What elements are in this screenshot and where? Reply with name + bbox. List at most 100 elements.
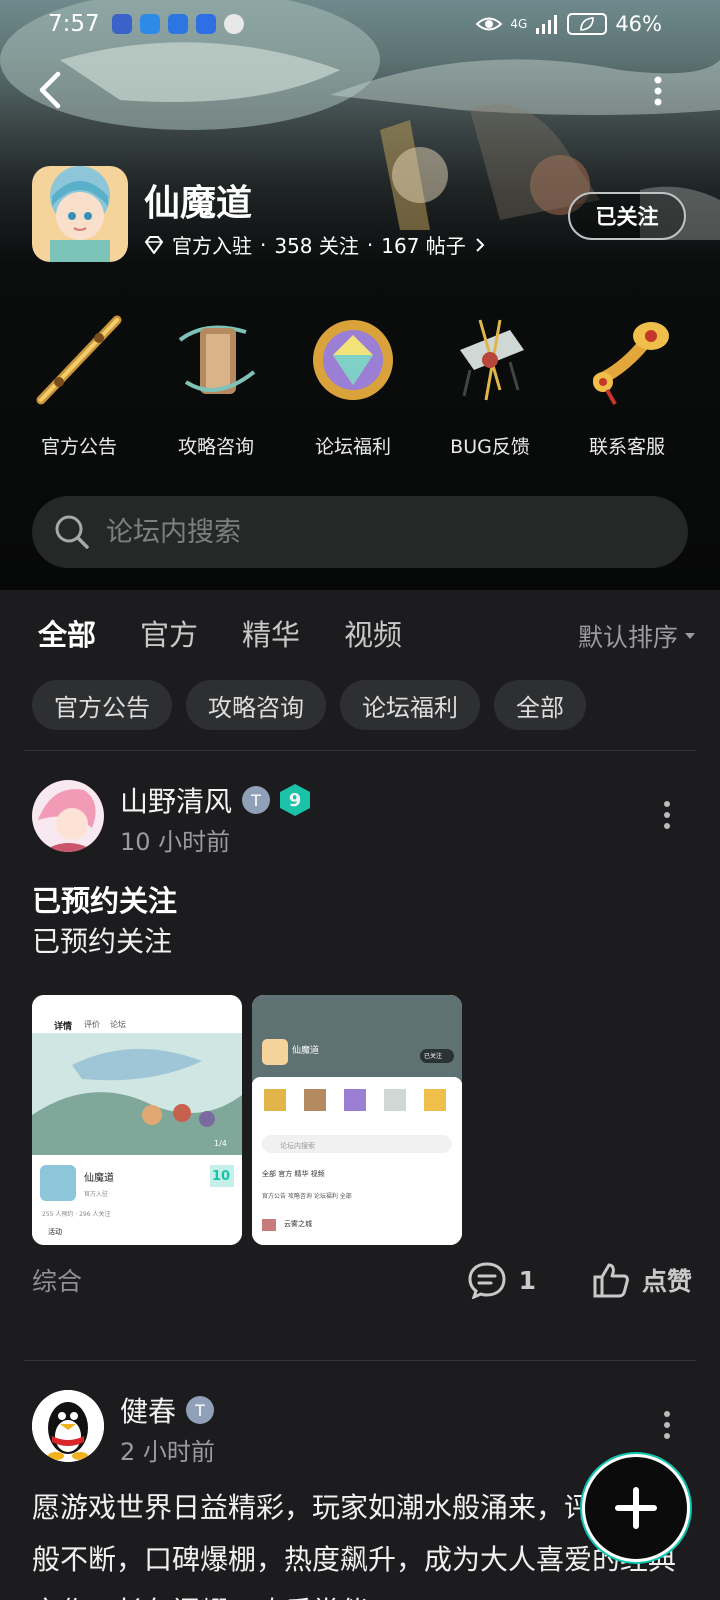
- chip-guide[interactable]: 攻略咨询: [186, 680, 326, 730]
- caret-down-icon: [685, 633, 695, 639]
- like-button[interactable]: 点赞: [592, 1262, 692, 1298]
- thumb-follow: 已关注: [424, 1053, 443, 1060]
- stats-separator: ·: [260, 232, 267, 257]
- post-body: 已预约关注: [32, 925, 173, 958]
- chip-all[interactable]: 全部: [494, 680, 586, 730]
- create-post-button[interactable]: [582, 1454, 690, 1562]
- post-category[interactable]: 综合: [32, 1262, 82, 1298]
- forum-header: 7:57 4G 46% 仙魔道 官方入驻 · 358 关注 · 167 帖子 已…: [0, 0, 720, 590]
- comment-count: 1: [518, 1265, 536, 1295]
- category-chips: 官方公告 攻略咨询 论坛福利 全部: [32, 680, 586, 730]
- thumb-image-counter: 1/4: [214, 1139, 227, 1148]
- bug-icon: [460, 319, 524, 401]
- tab-official[interactable]: 官方: [140, 612, 198, 654]
- more-vertical-icon[interactable]: [648, 74, 668, 108]
- post-author[interactable]: 山野清风 T 9: [120, 780, 311, 820]
- sort-dropdown[interactable]: 默认排序: [578, 618, 696, 654]
- shortcut-announcement[interactable]: 官方公告: [9, 310, 149, 459]
- post-footer: 综合 1 点赞: [32, 1260, 692, 1300]
- rank-badge-icon: T: [242, 786, 271, 814]
- back-arrow-icon[interactable]: [30, 68, 74, 112]
- shortcut-guide[interactable]: 攻略咨询: [146, 310, 286, 459]
- shortcut-label: 联系客服: [588, 436, 665, 458]
- shortcut-label: BUG反馈: [450, 436, 530, 458]
- thumb-tabs: 全部 官方 精华 视频: [262, 1170, 325, 1178]
- follow-count: 358 关注: [274, 234, 359, 258]
- comment-icon: [468, 1262, 506, 1299]
- post-time: 10 小时前: [120, 828, 231, 856]
- tab-video[interactable]: 视频: [344, 612, 402, 654]
- shortcut-label: 攻略咨询: [177, 436, 254, 458]
- ruyi-icon: [593, 322, 669, 405]
- signal-icon: [536, 15, 558, 34]
- chip-benefits[interactable]: 论坛福利: [340, 680, 480, 730]
- battery-level: 46%: [615, 12, 662, 36]
- thumb-tab-forum: 论坛: [110, 1020, 126, 1029]
- post-card[interactable]: 山野清风 T 9 10 小时前 已预约关注 已预约关注 详情 评价 论坛 1/4…: [0, 750, 720, 1350]
- rank-badge-icon: T: [186, 1396, 215, 1424]
- forum-stats[interactable]: 官方入驻 · 358 关注 · 167 帖子: [144, 230, 486, 259]
- post-count: 167 帖子: [381, 234, 466, 258]
- author-name: 山野清风: [120, 785, 233, 818]
- thumb-stats: 255 人预约 · 296 人关注: [42, 1211, 111, 1218]
- tab-featured[interactable]: 精华: [242, 612, 300, 654]
- author-name: 健春: [120, 1395, 177, 1428]
- search-icon: [55, 515, 89, 549]
- thumb-activity: 活动: [48, 1228, 62, 1236]
- app-icon: [111, 14, 132, 34]
- shortcut-support[interactable]: 联系客服: [557, 310, 697, 459]
- weather-icon: [167, 14, 188, 34]
- forum-logo: [32, 166, 128, 262]
- shortcut-label: 官方公告: [40, 436, 117, 458]
- thumb-search: 论坛内搜索: [280, 1142, 315, 1150]
- shortcut-row: 官方公告 攻略咨询 论坛福利 BUG反馈 联系客服: [0, 310, 720, 470]
- cloud-icon: [139, 14, 160, 34]
- thumb-forum-name: 仙魔道: [292, 1046, 320, 1056]
- follow-button[interactable]: 已关注: [568, 192, 686, 240]
- level-number: 9: [288, 789, 302, 811]
- more-vertical-icon[interactable]: [660, 1408, 674, 1442]
- thumb-app-sub: 官方入驻: [84, 1191, 109, 1198]
- battery-icon: [567, 13, 608, 35]
- comment-button[interactable]: 1: [467, 1261, 536, 1299]
- svg-text:T: T: [250, 791, 261, 810]
- thumb-user: 云雾之城: [284, 1220, 312, 1228]
- official-badge: 官方入驻: [172, 234, 252, 258]
- post-image[interactable]: 仙魔道 已关注 论坛内搜索 全部 官方 精华 视频 官方公告 攻略咨询 论坛福利…: [252, 995, 462, 1245]
- shortcut-bug[interactable]: BUG反馈: [420, 310, 560, 459]
- thumbs-up-icon: [593, 1263, 629, 1298]
- plus-icon: [615, 1487, 657, 1529]
- sort-label: 默认排序: [577, 623, 678, 652]
- forum-title: 仙魔道: [144, 183, 253, 224]
- thumb-app-name: 仙魔道: [84, 1173, 114, 1184]
- post-title: 已预约关注: [32, 884, 178, 918]
- status-bar: 7:57 4G 46%: [48, 8, 662, 40]
- tab-all[interactable]: 全部: [38, 612, 96, 658]
- chip-announcement[interactable]: 官方公告: [32, 680, 172, 730]
- network-type: 4G: [510, 17, 528, 31]
- more-vertical-icon[interactable]: [660, 798, 674, 832]
- bulb-icon: [195, 14, 216, 34]
- avatar[interactable]: [32, 1390, 104, 1462]
- svg-text:T: T: [194, 1401, 205, 1420]
- feed-tabs: 全部 官方 精华 视频: [38, 612, 402, 658]
- shortcut-benefits[interactable]: 论坛福利: [283, 310, 423, 459]
- thumb-tab-review: 评价: [84, 1020, 100, 1029]
- eye-icon: [476, 17, 503, 31]
- like-label: 点赞: [641, 1267, 692, 1296]
- forum-search-bar[interactable]: [32, 496, 688, 568]
- post-feed: 全部 官方 精华 视频 默认排序 官方公告 攻略咨询 论坛福利 全部 山野清风 …: [0, 590, 720, 1600]
- stats-separator: ·: [366, 232, 374, 257]
- avatar[interactable]: [32, 780, 104, 852]
- post-author[interactable]: 健春 T: [120, 1390, 216, 1430]
- post-images: 详情 评价 论坛 1/4 仙魔道 官方入驻 10 255 人预约 · 296 人…: [32, 995, 462, 1245]
- search-input[interactable]: [106, 516, 606, 548]
- scroll-icon: [178, 325, 256, 394]
- thumb-tab-detail: 详情: [54, 1022, 73, 1032]
- thumb-chips: 官方公告 攻略咨询 论坛福利 全部: [262, 1193, 352, 1200]
- shortcut-label: 论坛福利: [314, 436, 391, 458]
- status-time: 7:57: [48, 11, 100, 37]
- post-image[interactable]: 详情 评价 论坛 1/4 仙魔道 官方入驻 10 255 人预约 · 296 人…: [32, 995, 242, 1245]
- post-time: 2 小时前: [120, 1438, 215, 1466]
- thumb-days: 10: [212, 1169, 231, 1184]
